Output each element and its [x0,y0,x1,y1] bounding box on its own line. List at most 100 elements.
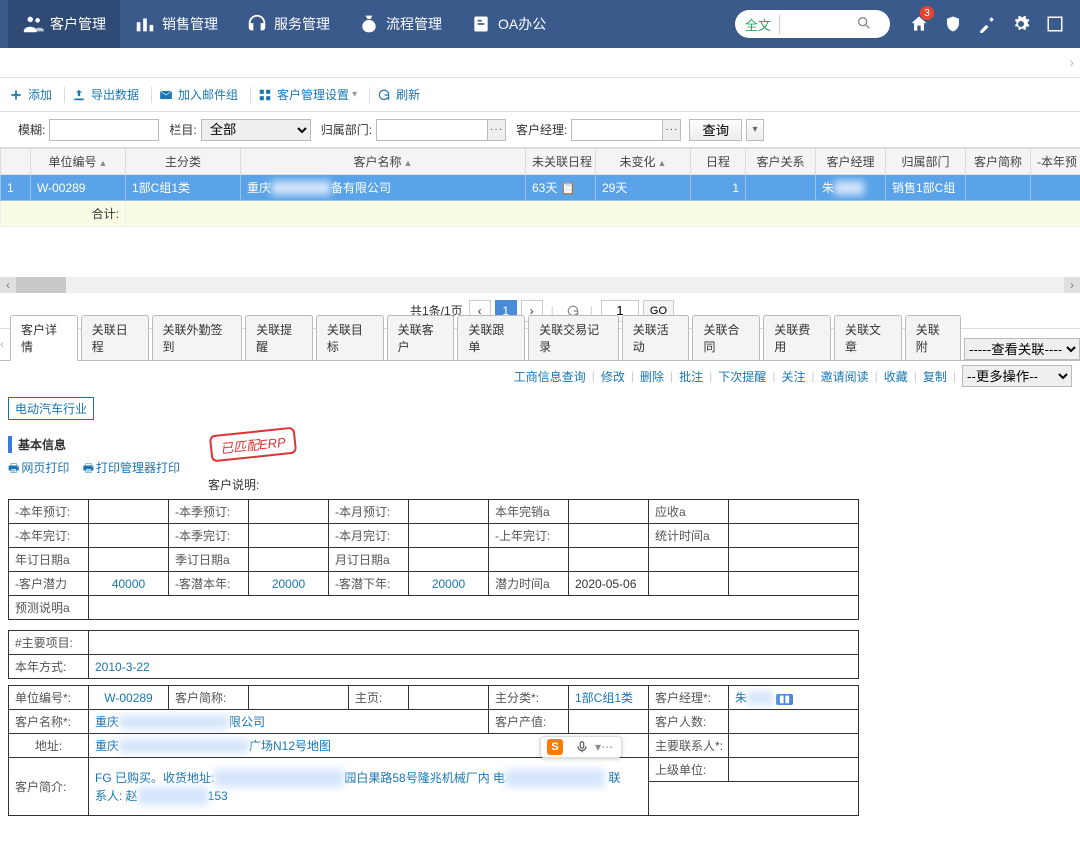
value-manager[interactable]: 朱xx▮▮ [729,686,859,710]
add-button[interactable]: 添加 [8,86,52,103]
value-year-way[interactable]: 2010-3-22 [89,655,859,679]
col-unitno[interactable]: 单位编号▲ [31,149,126,175]
action-edit[interactable]: 修改 [601,368,625,385]
mailgroup-button[interactable]: 加入邮件组 [158,86,238,103]
value [249,524,329,548]
horizontal-scrollbar[interactable]: ‹ › [0,277,1080,293]
tab-contract[interactable]: 关联合同 [692,315,760,360]
action-business-info[interactable]: 工商信息查询 [514,368,586,385]
value-customer-name[interactable]: 重庆xxxxxxx限公司 [89,710,489,734]
value[interactable]: 20000 [249,572,329,596]
value-short [249,686,349,710]
tab-transaction[interactable]: 关联交易记录 [528,315,619,360]
tab-lead[interactable]: 关联跟单 [457,315,525,360]
col-schedule[interactable]: 日程 [691,149,746,175]
chevron-right-icon[interactable]: › [1069,54,1074,70]
action-favorite[interactable]: 收藏 [884,368,908,385]
shield-icon[interactable] [936,0,970,48]
label [489,548,569,572]
tab-schedule[interactable]: 关联日程 [81,315,149,360]
col-dept[interactable]: 归属部门 [886,149,966,175]
notification-badge: 3 [920,6,934,20]
col-relation[interactable]: 客户关系 [746,149,816,175]
nav-oa[interactable]: OA办公 [456,0,560,48]
col-manager[interactable]: 客户经理 [816,149,886,175]
cell-unitno[interactable]: W-00289 [31,175,126,201]
more-actions-select[interactable]: --更多操作-- [962,365,1072,387]
col-short[interactable]: 客户简称 [966,149,1031,175]
nav-label: 客户管理 [50,14,106,34]
scroll-thumb[interactable] [16,277,66,293]
action-copy[interactable]: 复制 [923,368,947,385]
label-year-way: 本年方式: [9,655,89,679]
col-category[interactable]: 主分类 [126,149,241,175]
value-brief[interactable]: FG 已购买。收货地址:xxx园白果路58号隆兆机械厂内 电xxx 联 系人: … [89,758,649,816]
search-icon[interactable] [856,15,874,33]
label [649,572,729,596]
scroll-left-icon[interactable]: ‹ [0,277,16,293]
value-category[interactable]: 1部C组1类 [569,686,649,710]
refresh-button[interactable]: 刷新 [376,86,420,103]
ime-toolbar[interactable]: S ▾ ⋯ [540,736,622,758]
scroll-right-icon[interactable]: › [1064,277,1080,293]
cell-category: 1部C组1类 [126,175,241,201]
global-search[interactable]: 全文 [735,10,890,38]
value-unit-no[interactable]: W-00289 [89,686,169,710]
picker-button[interactable]: ··· [487,120,505,140]
export-button[interactable]: 导出数据 [71,86,139,103]
fuzzy-input[interactable] [49,119,159,141]
nav-workflow[interactable]: 流程管理 [344,0,456,48]
action-delete[interactable]: 删除 [640,368,664,385]
tab-attachment[interactable]: 关联附 [905,315,961,360]
cell-name[interactable]: 重庆xxxxx备有限公司 [241,175,526,201]
table-row[interactable]: 1 W-00289 1部C组1类 重庆xxxxx备有限公司 63天 📋 29天 … [1,175,1080,201]
web-print-link[interactable]: 🖶网页打印 [8,461,69,475]
col-yearforecast[interactable]: -本年预 [1031,149,1080,175]
cell-idx: 1 [1,175,31,201]
tab-activity[interactable]: 关联活动 [622,315,690,360]
query-more-button[interactable]: ▾ [746,119,764,141]
nav-service[interactable]: 服务管理 [232,0,344,48]
label: 年订日期a [9,548,89,572]
query-button[interactable]: 查询 [689,119,742,141]
erp-matched-stamp: 已匹配ERP [209,427,297,463]
expand-icon[interactable] [1038,0,1072,48]
value[interactable]: 40000 [89,572,169,596]
action-follow[interactable]: 关注 [781,368,805,385]
search-input[interactable] [786,17,856,32]
nav-customer[interactable]: 客户管理 [8,0,120,48]
section-basic-info: 基本信息 [8,436,1072,453]
tab-expense[interactable]: 关联费用 [763,315,831,360]
table-header-row: 单位编号▲ 主分类 客户名称▲ 未关联日程 未变化▲ 日程 客户关系 客户经理 … [1,149,1080,175]
col-noschedule[interactable]: 未关联日程 [526,149,596,175]
gear-icon[interactable] [1004,0,1038,48]
tab-target[interactable]: 关联目标 [316,315,384,360]
grid-icon [257,87,273,103]
tabs-scroll-left-icon[interactable]: ‹ [0,337,4,351]
tools-icon[interactable] [970,0,1004,48]
tab-customer[interactable]: 关联客户 [387,315,455,360]
action-invite-read[interactable]: 邀请阅读 [821,368,869,385]
users-icon [22,13,44,35]
tab-reminder[interactable]: 关联提醒 [245,315,313,360]
col-idx[interactable] [1,149,31,175]
action-annotate[interactable]: 批注 [679,368,703,385]
manager-print-link[interactable]: 🖶打印管理器打印 [83,461,180,475]
action-next-remind[interactable]: 下次提醒 [718,368,766,385]
tab-article[interactable]: 关联文章 [834,315,902,360]
col-nochange[interactable]: 未变化▲ [596,149,691,175]
value[interactable]: 20000 [409,572,489,596]
ime-more-icon[interactable]: ⋯ [601,740,615,754]
microphone-icon[interactable] [575,740,589,754]
settings-button[interactable]: 客户管理设置▾ [257,86,357,103]
column-select[interactable]: 全部 [201,119,311,141]
view-related-select[interactable]: -----查看关联---- [964,338,1080,360]
tab-customer-detail[interactable]: 客户详情 [10,315,78,361]
home-icon[interactable]: 3 [902,0,936,48]
col-name[interactable]: 客户名称▲ [241,149,526,175]
tab-checkin[interactable]: 关联外勤签到 [152,315,243,360]
export-icon [71,87,87,103]
industry-tag[interactable]: 电动汽车行业 [8,397,94,420]
picker-button[interactable]: ··· [662,120,680,140]
nav-sales[interactable]: 销售管理 [120,0,232,48]
